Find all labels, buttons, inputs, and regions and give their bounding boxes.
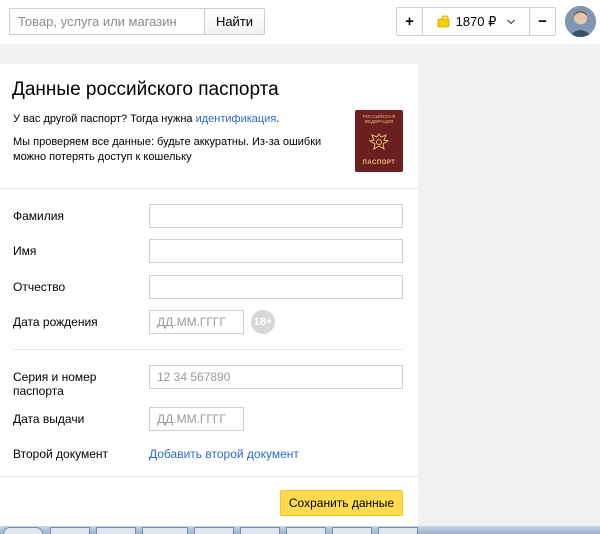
taskbar-app-6[interactable] [286, 527, 326, 534]
save-data-button[interactable]: Сохранить данные [280, 490, 403, 516]
page-title: Данные российского паспорта [12, 79, 279, 100]
section-divider [0, 188, 418, 189]
birthdate-label: Дата рождения [13, 315, 98, 329]
patronymic-input[interactable] [149, 275, 403, 299]
wallet-topup-button[interactable]: + [397, 8, 423, 35]
surname-label: Фамилия [13, 209, 64, 223]
wallet-withdraw-button[interactable]: − [529, 8, 555, 35]
taskbar-app-3[interactable] [142, 527, 188, 534]
passport-form-card: Данные российского паспорта У вас другой… [0, 64, 418, 526]
name-label: Имя [13, 244, 37, 258]
add-second-document-link[interactable]: Добавить второй документ [149, 447, 299, 461]
patronymic-label: Отчество [13, 280, 66, 294]
taskbar-app-2[interactable] [96, 527, 136, 534]
passport-series-input[interactable] [149, 365, 403, 389]
issue-date-input[interactable] [149, 407, 244, 431]
taskbar-start-button[interactable] [3, 527, 43, 534]
chevron-down-icon [507, 19, 516, 24]
passport-series-label: Серия и номер паспорта [13, 370, 97, 398]
passport-country-text: РОССИЙСКАЯ ФЕДЕРАЦИЯ [362, 114, 396, 124]
wallet-widget: + 1870 ₽ − [396, 7, 556, 36]
top-header: Найти + 1870 ₽ − [0, 0, 600, 44]
surname-input[interactable] [149, 204, 403, 228]
intro-text: У вас другой паспорт? Тогда нужна иденти… [13, 113, 279, 125]
intro-text-end: . [276, 113, 280, 125]
coat-of-arms-icon [368, 133, 390, 151]
birthdate-input[interactable] [149, 310, 244, 334]
fields-divider [13, 349, 403, 350]
warning-text: Мы проверяем все данные: будьте аккуратн… [13, 136, 322, 163]
issue-date-label: Дата выдачи [13, 412, 85, 426]
name-input[interactable] [149, 239, 403, 263]
search-button[interactable]: Найти [204, 8, 265, 35]
os-taskbar [0, 526, 600, 534]
wallet-coin-icon [437, 15, 449, 27]
taskbar-app-1[interactable] [50, 527, 90, 534]
intro-text-lead: У вас другой паспорт? Тогда нужна [13, 113, 196, 125]
passport-image: РОССИЙСКАЯ ФЕДЕРАЦИЯ ПАСПОРТ [355, 110, 403, 172]
passport-word-text: ПАСПОРТ [362, 160, 396, 166]
taskbar-app-4[interactable] [194, 527, 234, 534]
user-avatar[interactable] [565, 6, 596, 37]
identification-link[interactable]: идентификация [196, 113, 277, 125]
search-input[interactable] [9, 8, 205, 35]
second-document-label: Второй документ [13, 447, 108, 461]
footer-divider [0, 476, 418, 477]
wallet-balance-dropdown[interactable]: 1870 ₽ [423, 8, 529, 35]
taskbar-app-8[interactable] [378, 527, 418, 534]
taskbar-app-5[interactable] [240, 527, 280, 534]
age-18-badge: 18+ [251, 310, 275, 334]
taskbar-app-7[interactable] [332, 527, 372, 534]
wallet-balance-amount: 1870 ₽ [455, 13, 497, 29]
avatar-photo-icon [565, 6, 596, 37]
